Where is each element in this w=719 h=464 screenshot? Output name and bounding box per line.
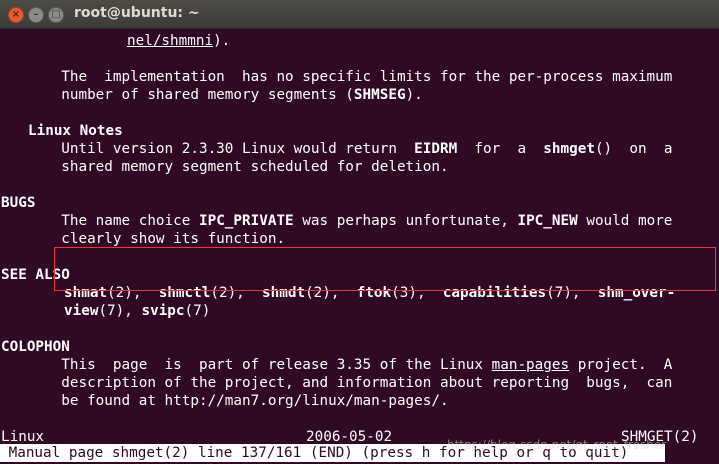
see-also-highlight-box (54, 247, 716, 291)
text-line: shared memory segment scheduled for dele… (1, 159, 449, 175)
text-line: description of the project, and informat… (1, 375, 673, 391)
close-window-button[interactable]: × (8, 7, 24, 23)
text-line: This page is part of release 3.35 of the… (1, 357, 673, 373)
see-also-line: view(7), svipc(7) (64, 303, 211, 319)
section-heading: Linux Notes (28, 123, 123, 139)
text-line: clearly show its function. (1, 231, 286, 247)
section-heading: BUGS (1, 195, 36, 211)
section-heading: COLOPHON (1, 339, 70, 355)
text-line: The implementation has no specific limit… (1, 69, 673, 85)
title-bar: × – □ root@ubuntu: ~ (0, 0, 719, 29)
maximize-window-button[interactable]: □ (48, 7, 64, 23)
terminal-window: × – □ root@ubuntu: ~ nel/shmmni). The im… (0, 0, 719, 464)
text-line: The name choice IPC_PRIVATE was perhaps … (1, 213, 673, 229)
window-title: root@ubuntu: ~ (74, 5, 200, 21)
text-line: be found at http://man7.org/linux/man-pa… (1, 393, 449, 409)
text-line: number of shared memory segments (SHMSEG… (1, 87, 423, 103)
text-line: Until version 2.3.30 Linux would return … (1, 141, 673, 157)
minimize-window-button[interactable]: – (28, 7, 44, 23)
text-line: nel/shmmni). (127, 33, 231, 49)
watermark: https://blog.csdn.net/qt_root_fresher (447, 438, 667, 452)
